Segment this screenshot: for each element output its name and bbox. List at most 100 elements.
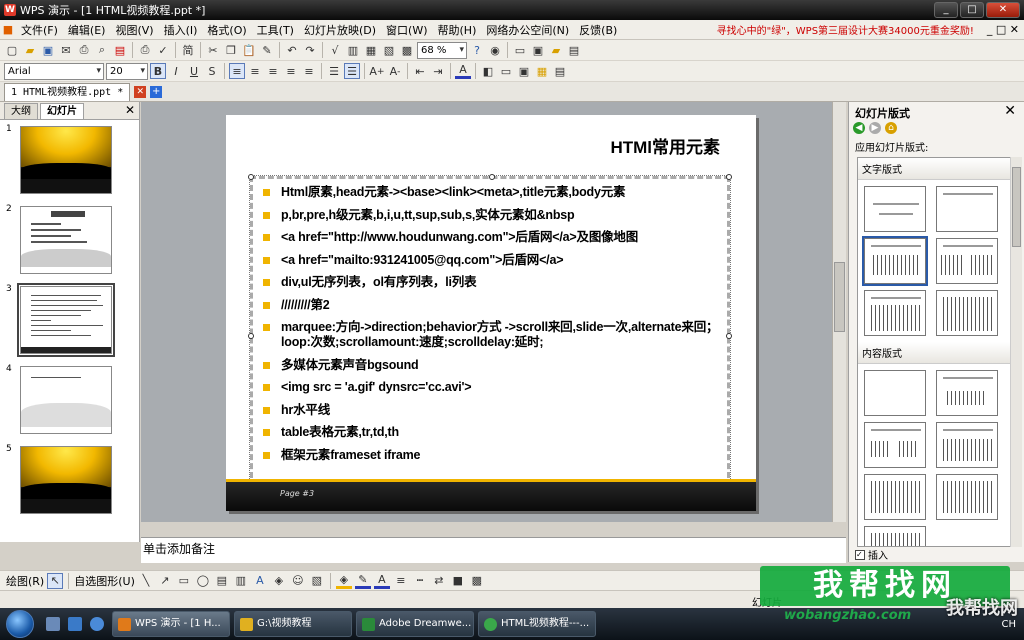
layout-content-1[interactable] [936, 370, 998, 416]
slide-view-icon[interactable]: ▭ [512, 42, 528, 58]
slide-thumb-row[interactable]: 2 [4, 204, 136, 280]
vertical-textbox-icon[interactable]: ▥ [233, 573, 249, 589]
list-item[interactable]: <a href="mailto:931241005@qq.com">后盾网</a… [259, 253, 723, 268]
task-browser[interactable]: HTML视频教程---... [478, 611, 596, 637]
close-pane-icon[interactable]: ✕ [1004, 103, 1016, 119]
scroll-thumb[interactable] [834, 262, 845, 332]
email-icon[interactable]: ✉ [58, 42, 74, 58]
menu-feedback[interactable]: 反馈(B) [574, 22, 622, 38]
rectangle-icon[interactable]: ▭ [176, 573, 192, 589]
forward-icon[interactable]: ▶ [869, 122, 881, 134]
bold-button[interactable]: B [150, 63, 166, 79]
underline-button[interactable]: U [186, 63, 202, 79]
vertical-scrollbar[interactable] [832, 102, 846, 522]
arrow-icon[interactable]: ↗ [157, 573, 173, 589]
content-placeholder[interactable]: Html原素,head元素-><base><link><meta>,title元… [248, 174, 732, 497]
list-item[interactable]: table表格元素,tr,td,th [259, 425, 723, 440]
justify-icon[interactable]: ≡ [283, 63, 299, 79]
doc-tab[interactable]: 1 HTML视频教程.ppt * [4, 82, 131, 101]
pdf-icon[interactable]: ▤ [112, 42, 128, 58]
decrease-indent-icon[interactable]: ⇤ [412, 63, 428, 79]
layout-content-3[interactable] [936, 422, 998, 468]
menu-view[interactable]: 视图(V) [110, 22, 158, 38]
line-style-icon[interactable]: ≡ [393, 573, 409, 589]
scroll-thumb[interactable] [1012, 167, 1021, 247]
picture-icon[interactable]: ▧ [309, 573, 325, 589]
notes-pane[interactable]: 单击添加备注 [141, 537, 846, 563]
slide-thumbnail[interactable] [20, 446, 112, 514]
menu-format[interactable]: 格式(O) [202, 22, 251, 38]
menu-tools[interactable]: 工具(T) [252, 22, 299, 38]
save-icon[interactable]: ▣ [40, 42, 56, 58]
grow-font-icon[interactable]: A + [369, 63, 385, 79]
line-icon[interactable]: ╲ [138, 573, 154, 589]
slide-thumbnail[interactable] [20, 366, 112, 434]
bullet-list[interactable]: Html原素,head元素-><base><link><meta>,title元… [259, 185, 723, 470]
numbering-icon[interactable]: ☰ [326, 63, 342, 79]
distributed-icon[interactable]: ≡ [301, 63, 317, 79]
format-painter-icon[interactable]: ✎ [259, 42, 275, 58]
close-panel-icon[interactable]: ✕ [125, 103, 135, 117]
menu-network-office[interactable]: 网络办公空间(N) [481, 22, 574, 38]
text-color-icon[interactable]: A [373, 573, 390, 589]
slide-thumbnail[interactable] [20, 126, 112, 194]
clipart-icon[interactable]: ☺ [290, 573, 306, 589]
diagram-icon[interactable]: ◈ [271, 573, 287, 589]
ime-indicator[interactable]: CH [1001, 619, 1024, 630]
ellipse-icon[interactable]: ◯ [195, 573, 211, 589]
align-center-icon[interactable]: ≡ [247, 63, 263, 79]
slide-thumbnail[interactable] [20, 206, 112, 274]
layout-two-columns[interactable] [936, 238, 998, 284]
slide-thumbnail-selected[interactable] [17, 283, 115, 357]
back-icon[interactable]: ◀ [853, 122, 865, 134]
shrink-font-icon[interactable]: A- [387, 63, 403, 79]
menu-edit[interactable]: 编辑(E) [63, 22, 111, 38]
slide-thumb-row[interactable]: 5 [4, 444, 136, 520]
new-icon[interactable]: ▢ [4, 42, 20, 58]
wordart-icon[interactable]: A [252, 573, 268, 589]
slide-title[interactable]: HTMl常用元素 [610, 133, 720, 158]
chart-icon[interactable]: ▥ [345, 42, 361, 58]
show-desktop-icon[interactable] [46, 617, 60, 631]
minimize-button[interactable]: _ [934, 2, 958, 18]
font-size-combo[interactable]: 20 [106, 62, 148, 80]
font-combo[interactable]: Arial [4, 62, 104, 80]
menu-insert[interactable]: 插入(I) [159, 22, 203, 38]
preview-icon[interactable]: ▤ [566, 42, 582, 58]
layout-content-2[interactable] [864, 422, 926, 468]
task-wps[interactable]: WPS 演示 - [1 H... [112, 611, 230, 637]
close-button[interactable]: ✕ [986, 2, 1020, 18]
maximize-button[interactable]: □ [960, 2, 984, 18]
home-icon[interactable]: ⌂ [885, 122, 897, 134]
redo-icon[interactable]: ↷ [302, 42, 318, 58]
current-slide[interactable]: HTMl常用元素 Html原素,head元素-><base><link><met… [226, 115, 756, 511]
select-arrow-icon[interactable]: ↖ [47, 572, 64, 589]
design-icon[interactable]: ◧ [480, 63, 496, 79]
slide-sorter-icon[interactable]: ▣ [530, 42, 546, 58]
spellcheck-icon[interactable]: ✓ [155, 42, 171, 58]
formula-icon[interactable]: √ [327, 42, 343, 58]
list-item[interactable]: 多媒体元素声音bgsound [259, 358, 723, 373]
app-menu-icon[interactable]: ■ [0, 22, 16, 38]
notes-placeholder[interactable]: 单击添加备注 [143, 542, 215, 556]
zoom-combo[interactable]: 68 % [417, 41, 467, 59]
slide-thumb-row[interactable]: 4 [4, 364, 136, 440]
dash-style-icon[interactable]: ┅ [412, 573, 428, 589]
arrow-style-icon[interactable]: ⇄ [431, 573, 447, 589]
3d-icon[interactable]: ▩ [469, 573, 485, 589]
printer-icon[interactable]: ⎙ [137, 42, 153, 58]
quicklaunch-icon[interactable] [68, 617, 82, 631]
cut-icon[interactable]: ✂ [205, 42, 221, 58]
list-item[interactable]: /////////第2 [259, 298, 723, 313]
list-item[interactable]: 框架元素frameset iframe [259, 448, 723, 463]
insert-checkbox[interactable]: ✓ [855, 549, 865, 560]
tab-outline[interactable]: 大纲 [4, 103, 38, 119]
image-icon[interactable]: ▧ [381, 42, 397, 58]
grid-icon[interactable]: ▩ [399, 42, 415, 58]
print-preview-icon[interactable]: ⌕ [94, 42, 110, 58]
task-explorer[interactable]: G:\视频教程 [234, 611, 352, 637]
list-item[interactable]: marquee:方向->direction;behavior方式 ->scrol… [259, 320, 723, 350]
line-color-icon[interactable]: ✎ [354, 573, 371, 589]
layout-vertical-text[interactable] [864, 290, 926, 336]
promo-text[interactable]: 寻找心中的"绿"，WPS第三届设计大赛34000元重金奖励! [717, 22, 982, 37]
